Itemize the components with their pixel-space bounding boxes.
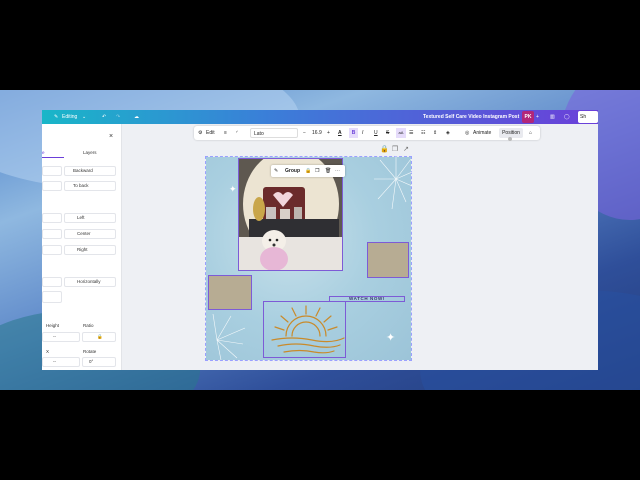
image-frame-right[interactable] bbox=[367, 242, 409, 278]
underline-icon[interactable]: U bbox=[374, 126, 378, 140]
group-icon[interactable]: ✎ bbox=[274, 165, 278, 177]
insights-icon[interactable]: ▥ bbox=[550, 110, 555, 124]
italic-icon[interactable]: I bbox=[362, 126, 363, 140]
add-page-icon[interactable]: ↗ bbox=[402, 146, 410, 154]
forward-button[interactable] bbox=[42, 166, 62, 176]
lock-page-icon[interactable]: 🔒 bbox=[380, 146, 389, 154]
redo-icon[interactable]: ↷ bbox=[116, 110, 120, 124]
curve-icon[interactable]: ◜ bbox=[236, 126, 238, 140]
tab-layers[interactable]: Layers bbox=[83, 150, 97, 155]
lock-ratio-icon[interactable]: 🔒 bbox=[82, 332, 116, 342]
share-button[interactable]: Sh bbox=[578, 111, 598, 123]
edit-mode-icon[interactable]: ✎ bbox=[54, 110, 58, 124]
position-panel: e Layers × Backward To back Left Center … bbox=[42, 124, 122, 370]
editing-mode-dropdown[interactable]: Editing bbox=[62, 110, 77, 124]
add-collaborator-icon[interactable]: + bbox=[536, 110, 539, 124]
copy-icon[interactable]: ❐ bbox=[315, 165, 319, 177]
align-bottom-button[interactable] bbox=[42, 245, 62, 255]
sunburst-decoration bbox=[374, 156, 412, 210]
text-toolbar: ⚙ Edit ≡ ◜ Lato − 16.9 + A B I U S aA ☰ … bbox=[194, 126, 540, 140]
align-right-button[interactable]: Right bbox=[64, 245, 116, 255]
user-avatar[interactable]: PK bbox=[522, 111, 534, 123]
edit-icon[interactable]: ⚙ bbox=[198, 126, 202, 140]
bold-icon[interactable]: B bbox=[349, 128, 358, 138]
rotate-input[interactable]: 0° bbox=[82, 357, 116, 367]
align-top-button[interactable] bbox=[42, 213, 62, 223]
align-middle-button[interactable] bbox=[42, 229, 62, 239]
height-label: Height bbox=[46, 323, 60, 328]
sun-graphic[interactable] bbox=[263, 301, 346, 358]
to-back-button[interactable]: To back bbox=[64, 181, 116, 191]
strikethrough-icon[interactable]: S bbox=[386, 126, 389, 140]
sparkle-icon: ✦ bbox=[386, 332, 396, 344]
document-title[interactable]: Textured Self Care Video Instagram Post bbox=[423, 110, 519, 124]
space-horizontally-button[interactable]: Horizontally bbox=[64, 277, 116, 287]
list-icon[interactable]: ☷ bbox=[421, 126, 425, 140]
editing-chevron-icon[interactable]: ⌄ bbox=[82, 110, 86, 124]
align-text-icon[interactable]: ☰ bbox=[409, 126, 413, 140]
animate-button[interactable]: Animate bbox=[473, 126, 491, 140]
comment-icon[interactable]: ◯ bbox=[564, 110, 570, 124]
lock-icon[interactable]: 🔒 bbox=[305, 165, 311, 177]
group-button[interactable]: Group bbox=[285, 165, 300, 177]
copy-style-icon[interactable]: ⌂ bbox=[529, 126, 532, 140]
undo-icon[interactable]: ↶ bbox=[102, 110, 106, 124]
tab-arrange[interactable]: e bbox=[42, 150, 45, 155]
text-color-icon[interactable]: A bbox=[338, 126, 342, 140]
sparkle-icon: ✦ bbox=[229, 184, 237, 194]
close-icon[interactable]: × bbox=[109, 133, 113, 140]
effects-icon[interactable]: ◈ bbox=[446, 126, 450, 140]
align-center-button[interactable]: Center bbox=[64, 229, 116, 239]
x-label: X bbox=[46, 349, 50, 354]
animate-icon[interactable]: ◎ bbox=[465, 126, 469, 140]
spacing-icon[interactable]: ⇕ bbox=[433, 126, 437, 140]
height-input[interactable]: -- bbox=[42, 332, 80, 342]
duplicate-page-icon[interactable]: ❐ bbox=[391, 146, 399, 154]
lines-icon[interactable]: ≡ bbox=[224, 126, 227, 140]
space-vertically-button[interactable] bbox=[42, 277, 62, 287]
letter-case-icon[interactable]: aA bbox=[396, 128, 406, 138]
group-popup: ✎ Group 🔒 ❐ 🗑 ⋯ bbox=[271, 165, 345, 177]
screen: ✎ Editing ⌄ ↶ ↷ ☁ Textured Self Care Vid… bbox=[0, 0, 640, 480]
increase-size-icon[interactable]: + bbox=[327, 126, 330, 140]
cloud-save-icon[interactable]: ☁ bbox=[134, 110, 139, 124]
backward-button[interactable]: Backward bbox=[64, 166, 116, 176]
delete-icon[interactable]: 🗑 bbox=[325, 165, 331, 177]
x-input[interactable]: -- bbox=[42, 357, 80, 367]
mouse-cursor bbox=[508, 137, 512, 141]
font-size-input[interactable]: 16.9 bbox=[312, 126, 322, 140]
more-icon[interactable]: ⋯ bbox=[335, 165, 340, 177]
tidy-up-button[interactable] bbox=[42, 291, 62, 303]
align-left-button[interactable]: Left bbox=[64, 213, 116, 223]
font-dropdown[interactable]: Lato bbox=[250, 128, 298, 138]
editor-topbar: ✎ Editing ⌄ ↶ ↷ ☁ Textured Self Care Vid… bbox=[42, 110, 598, 124]
image-frame-left[interactable] bbox=[208, 275, 252, 310]
decrease-size-icon[interactable]: − bbox=[303, 126, 306, 140]
sunburst-decoration-bottom bbox=[212, 313, 246, 360]
ratio-label: Ratio bbox=[83, 323, 94, 328]
rotate-label: Rotate bbox=[83, 349, 97, 354]
to-front-button[interactable] bbox=[42, 181, 62, 191]
edit-button[interactable]: Edit bbox=[206, 126, 215, 140]
